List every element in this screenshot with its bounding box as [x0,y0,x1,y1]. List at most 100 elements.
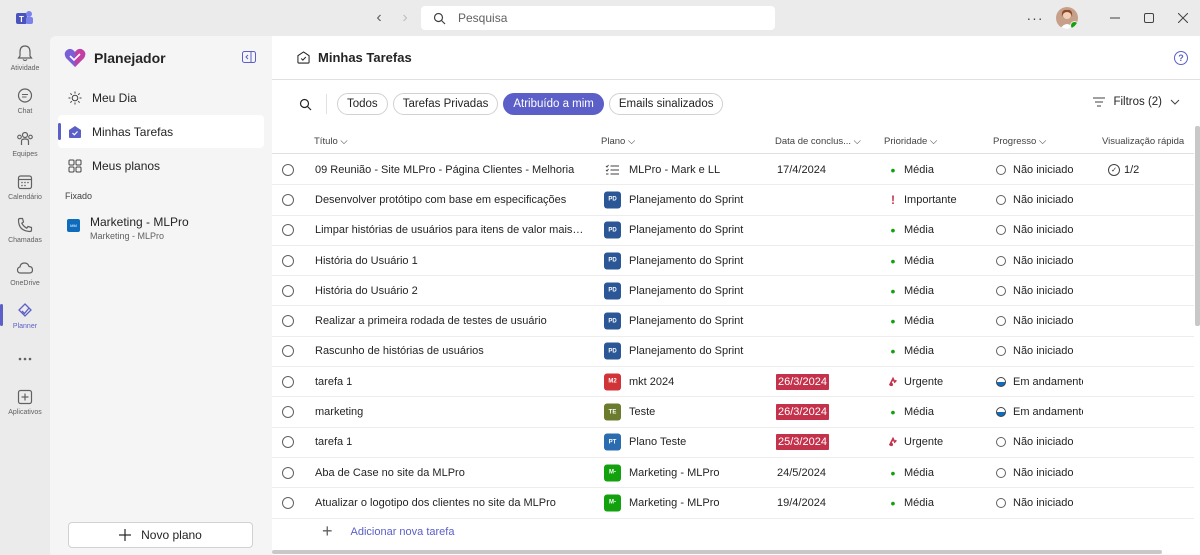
more-options-icon[interactable]: ··· [1020,10,1050,26]
task-priority[interactable]: Média [904,255,934,267]
task-progress[interactable]: Não iniciado [1013,224,1083,236]
task-title[interactable]: História do Usuário 2 [315,285,585,297]
task-complete-checkbox[interactable] [282,375,294,388]
task-due-date[interactable]: 26/3/2024 [776,373,829,390]
rail-item-planner[interactable]: Planner [0,294,50,337]
table-row[interactable]: tarefa 1 PT Plano Teste 25/3/2024 Urgent… [272,428,1194,458]
task-complete-checkbox[interactable] [282,254,294,267]
task-complete-checkbox[interactable] [282,345,294,358]
task-progress[interactable]: Não iniciado [1013,436,1083,448]
task-due-date[interactable]: 19/4/2024 [777,497,826,509]
filters-button[interactable]: Filtros (2) [1093,96,1180,108]
add-task-button[interactable]: + Adicionar nova tarefa [322,521,454,542]
task-complete-checkbox[interactable] [282,496,294,509]
task-title[interactable]: tarefa 1 [315,436,585,448]
help-icon[interactable]: ? [1174,51,1188,65]
task-progress[interactable]: Não iniciado [1013,315,1083,327]
task-title[interactable]: Desenvolver protótipo com base em especi… [315,194,585,206]
search-input[interactable]: Pesquisa [421,6,775,30]
task-title[interactable]: História do Usuário 1 [315,255,585,267]
sidebar-item-my-plans[interactable]: Meus planos [58,149,264,182]
task-priority[interactable]: Média [904,224,934,236]
table-row[interactable]: Limpar histórias de usuários para itens … [272,216,1194,246]
sidebar-item-my-tasks[interactable]: Minhas Tarefas [58,115,264,148]
task-progress[interactable]: Não iniciado [1013,345,1083,357]
task-title[interactable]: marketing [315,406,585,418]
task-title[interactable]: Aba de Case no site da MLPro [315,467,585,479]
new-plan-button[interactable]: Novo plano [68,522,253,548]
collapse-sidebar-icon[interactable] [242,51,256,63]
horizontal-scrollbar[interactable] [272,550,1162,554]
task-progress[interactable]: Não iniciado [1013,255,1083,267]
task-title[interactable]: Realizar a primeira rodada de testes de … [315,315,585,327]
task-title[interactable]: 09 Reunião - Site MLPro - Página Cliente… [315,164,585,176]
table-row[interactable]: tarefa 1 M2 mkt 2024 26/3/2024 Urgente E… [272,367,1194,398]
back-arrow-icon[interactable]: ‹ [370,9,388,27]
task-complete-checkbox[interactable] [282,163,294,176]
filter-pill-assigned-to-me[interactable]: Atribuído a mim [503,93,604,115]
task-progress[interactable]: Não iniciado [1013,285,1083,297]
task-priority[interactable]: Média [904,406,934,418]
task-progress[interactable]: Não iniciado [1013,497,1083,509]
task-priority[interactable]: Média [904,315,934,327]
column-header-priority[interactable]: Prioridade ⌵ [884,136,937,147]
column-header-due-date[interactable]: Data de conclus... ⌵ [775,136,861,147]
task-due-date[interactable]: 17/4/2024 [777,164,826,176]
task-complete-checkbox[interactable] [282,436,294,449]
avatar[interactable] [1056,7,1078,29]
rail-item-calendar[interactable]: Calendário [0,165,50,208]
task-complete-checkbox[interactable] [282,315,294,328]
filter-pill-private[interactable]: Tarefas Privadas [392,93,499,115]
table-row[interactable]: História do Usuário 1 PD Planejamento do… [272,246,1194,277]
minimize-icon[interactable] [1098,0,1132,36]
table-row[interactable]: Atualizar o logotipo dos clientes no sit… [272,488,1194,519]
table-row[interactable]: 09 Reunião - Site MLPro - Página Cliente… [272,155,1194,186]
rail-item-chat[interactable]: Chat [0,79,50,122]
task-due-date[interactable]: 26/3/2024 [776,404,829,421]
filter-pill-all[interactable]: Todos [337,93,388,115]
rail-item-onedrive[interactable]: OneDrive [0,251,50,294]
rail-item-teams[interactable]: Equipes [0,122,50,165]
task-priority[interactable]: Urgente [904,376,943,388]
column-header-progress[interactable]: Progresso ⌵ [993,136,1046,147]
task-progress[interactable]: Não iniciado [1013,164,1083,176]
close-icon[interactable] [1166,0,1200,36]
task-title[interactable]: tarefa 1 [315,376,585,388]
task-priority[interactable]: Importante [904,194,957,206]
task-progress[interactable]: Não iniciado [1013,194,1083,206]
table-row[interactable]: Aba de Case no site da MLPro M- Marketin… [272,458,1194,489]
maximize-icon[interactable] [1132,0,1166,36]
task-title[interactable]: Rascunho de histórias de usuários [315,345,585,357]
task-priority[interactable]: Média [904,164,934,176]
task-complete-checkbox[interactable] [282,193,294,206]
column-header-plan[interactable]: Plano ⌵ [601,136,635,147]
task-priority[interactable]: Média [904,345,934,357]
search-icon[interactable] [299,98,312,111]
task-complete-checkbox[interactable] [282,284,294,297]
task-due-date[interactable]: 25/3/2024 [776,434,829,451]
task-priority[interactable]: Média [904,467,934,479]
sidebar-item-my-day[interactable]: Meu Dia [58,81,264,114]
column-header-title[interactable]: Título ⌵ [314,136,348,147]
task-due-date[interactable]: 24/5/2024 [777,467,826,479]
table-row[interactable]: Rascunho de histórias de usuários PD Pla… [272,337,1194,368]
vertical-scrollbar[interactable] [1195,126,1200,326]
task-complete-checkbox[interactable] [282,224,294,237]
rail-item-calls[interactable]: Chamadas [0,208,50,251]
rail-item-activity[interactable]: Atividade [0,36,50,79]
filter-pill-flagged-emails[interactable]: Emails sinalizados [608,93,724,115]
rail-item-more[interactable] [0,337,50,380]
task-title[interactable]: Limpar histórias de usuários para itens … [315,224,585,236]
task-title[interactable]: Atualizar o logotipo dos clientes no sit… [315,497,585,509]
table-row[interactable]: Realizar a primeira rodada de testes de … [272,306,1194,337]
table-row[interactable]: marketing TE Teste 26/3/2024 • Média Em … [272,397,1194,428]
task-priority[interactable]: Média [904,285,934,297]
task-progress[interactable]: Não iniciado [1013,467,1083,479]
table-row[interactable]: História do Usuário 2 PD Planejamento do… [272,276,1194,307]
pinned-plan-marketing[interactable]: MM Marketing - MLPro Marketing - MLPro [50,209,272,249]
task-complete-checkbox[interactable] [282,466,294,479]
task-priority[interactable]: Urgente [904,436,943,448]
task-progress[interactable]: Em andamento [1013,376,1083,388]
task-priority[interactable]: Média [904,497,934,509]
rail-item-apps[interactable]: Aplicativos [0,380,50,423]
